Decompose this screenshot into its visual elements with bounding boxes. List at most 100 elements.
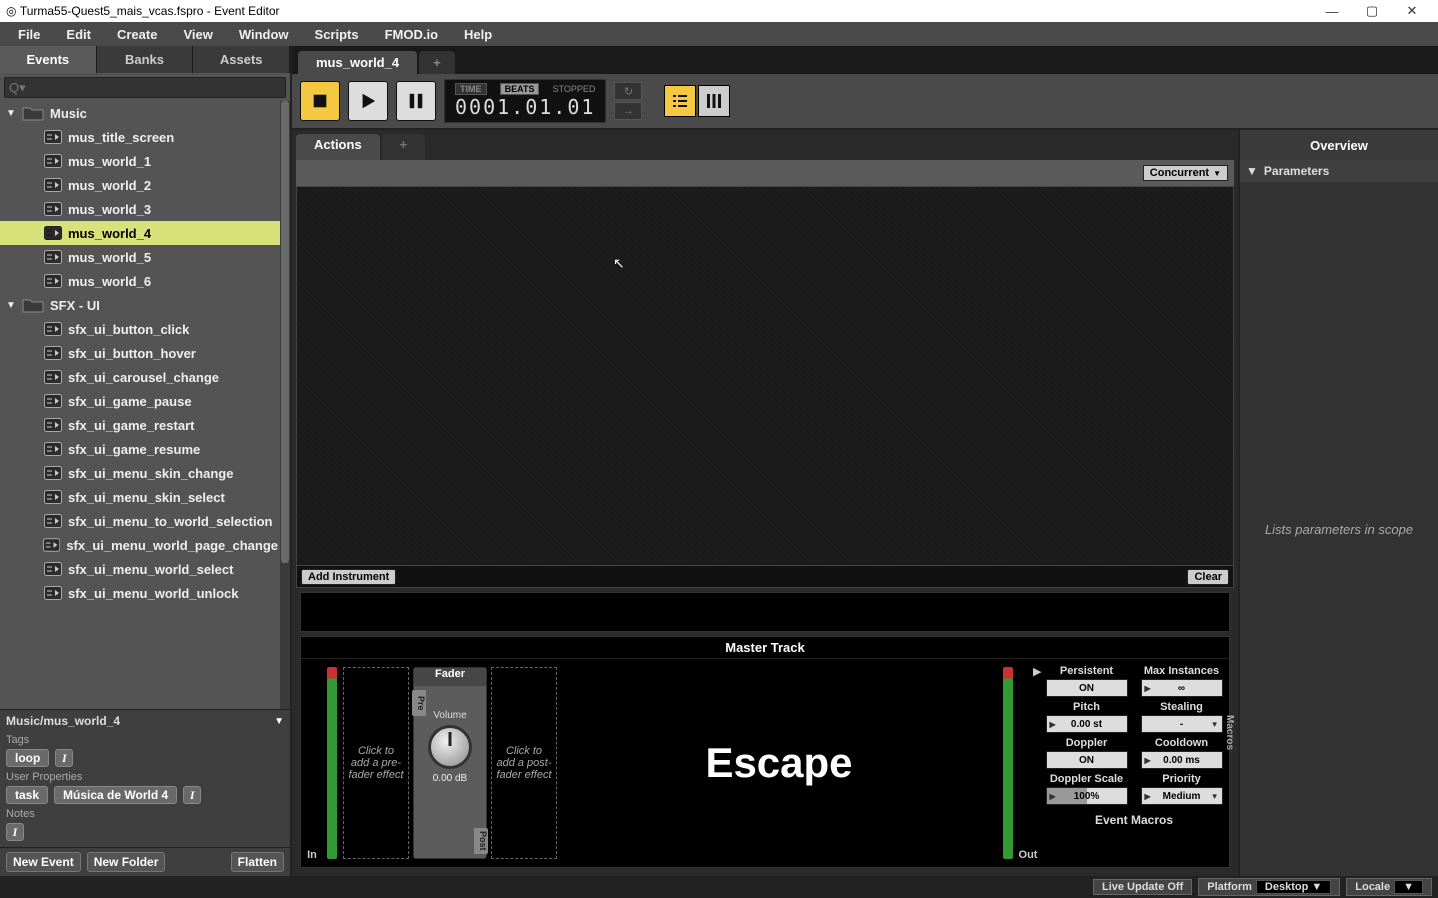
deck-strip[interactable] <box>300 592 1230 632</box>
event-row[interactable]: sfx_ui_menu_to_world_selection <box>0 509 290 533</box>
concurrent-dropdown[interactable]: Concurrent▼ <box>1143 165 1228 181</box>
add-instrument-button[interactable]: Add Instrument <box>301 569 396 585</box>
menu-file[interactable]: File <box>6 24 52 45</box>
event-row[interactable]: mus_title_screen <box>0 125 290 149</box>
search-input[interactable] <box>4 77 286 98</box>
details-dropdown-icon[interactable]: ▼ <box>274 716 284 727</box>
time-mode-time[interactable]: TIME <box>455 83 487 95</box>
view-list[interactable] <box>664 85 696 117</box>
menu-edit[interactable]: Edit <box>54 24 103 45</box>
event-row[interactable]: mus_world_1 <box>0 149 290 173</box>
menu-scripts[interactable]: Scripts <box>303 24 371 45</box>
window-minimize[interactable]: — <box>1312 4 1352 19</box>
volume-knob[interactable] <box>428 725 472 769</box>
loop-toggle[interactable]: ↻ <box>614 82 642 100</box>
userprop-key[interactable]: task <box>6 786 48 804</box>
event-row[interactable]: sfx_ui_game_restart <box>0 413 290 437</box>
tab-events[interactable]: Events <box>0 46 97 73</box>
menu-help[interactable]: Help <box>452 24 504 45</box>
event-row[interactable]: mus_world_3 <box>0 197 290 221</box>
overview-empty-text: Lists parameters in scope <box>1240 182 1438 876</box>
event-row[interactable]: mus_world_4 <box>0 221 290 245</box>
new-folder-button[interactable]: New Folder <box>87 852 166 872</box>
tag-chip[interactable]: loop <box>6 749 49 767</box>
event-row[interactable]: sfx_ui_menu_skin_select <box>0 485 290 509</box>
event-row[interactable]: mus_world_5 <box>0 245 290 269</box>
clear-button[interactable]: Clear <box>1187 569 1229 585</box>
new-event-button[interactable]: New Event <box>6 852 81 872</box>
event-row[interactable]: sfx_ui_button_click <box>0 317 290 341</box>
cooldown-field[interactable]: ▶0.00 ms <box>1141 751 1223 769</box>
editor-tabs: mus_world_4 + <box>292 46 1438 74</box>
locale-selector[interactable]: Locale ▼ <box>1346 878 1432 896</box>
add-note-button[interactable]: I <box>6 823 24 841</box>
menu-bar: File Edit Create View Window Scripts FMO… <box>0 22 1438 46</box>
event-macros-label: Event Macros <box>1043 813 1225 827</box>
view-mixer[interactable] <box>698 85 730 117</box>
transport-bar: TIME BEATS STOPPED 0001.01.01 ↻ → <box>292 74 1438 130</box>
add-userprop-button[interactable]: I <box>183 786 201 804</box>
stop-button[interactable] <box>300 81 340 121</box>
props-expand-icon[interactable]: ▶ <box>1033 665 1041 678</box>
folder-row[interactable]: ▼SFX - UI <box>0 293 290 317</box>
userprop-value[interactable]: Música de World 4 <box>54 786 177 804</box>
transport-position[interactable]: 0001.01.01 <box>455 95 595 119</box>
event-row[interactable]: sfx_ui_carousel_change <box>0 365 290 389</box>
time-display[interactable]: TIME BEATS STOPPED 0001.01.01 <box>444 79 606 123</box>
time-mode-beats[interactable]: BEATS <box>500 83 540 95</box>
event-row[interactable]: mus_world_2 <box>0 173 290 197</box>
editor-tab[interactable]: mus_world_4 <box>298 51 417 74</box>
editor-tab-add[interactable]: + <box>419 51 455 74</box>
window-maximize[interactable]: ▢ <box>1352 3 1392 19</box>
event-row[interactable]: sfx_ui_menu_world_unlock <box>0 581 290 605</box>
volume-label: Volume <box>433 710 466 721</box>
master-track-title: Master Track <box>301 637 1229 659</box>
actions-tab-add[interactable]: + <box>382 134 426 160</box>
userprops-label: User Properties <box>6 771 284 783</box>
menu-window[interactable]: Window <box>227 24 301 45</box>
doppler-field[interactable]: ON <box>1046 751 1128 769</box>
event-row[interactable]: sfx_ui_menu_skin_change <box>0 461 290 485</box>
priority-field[interactable]: ▶Medium▼ <box>1141 787 1223 805</box>
add-tag-button[interactable]: I <box>55 749 73 767</box>
folder-row[interactable]: ▼Music <box>0 101 290 125</box>
tab-assets[interactable]: Assets <box>193 46 290 73</box>
stealing-field[interactable]: -▼ <box>1141 715 1223 733</box>
window-close[interactable]: ✕ <box>1392 3 1432 19</box>
status-bar: Live Update Off Platform Desktop ▼ Local… <box>0 876 1438 898</box>
platform-selector[interactable]: Platform Desktop ▼ <box>1198 878 1340 896</box>
live-update-button[interactable]: Live Update Off <box>1093 879 1192 895</box>
doppler-label: Doppler <box>1066 737 1108 749</box>
flatten-button[interactable]: Flatten <box>231 852 284 872</box>
event-row[interactable]: mus_world_6 <box>0 269 290 293</box>
event-tree[interactable]: ▼Musicmus_title_screenmus_world_1mus_wor… <box>0 101 290 709</box>
doppler-scale-field[interactable]: ▶100% <box>1046 787 1128 805</box>
mouse-cursor-icon: ↖ <box>613 255 625 272</box>
pre-fader-slot[interactable]: Click to add a pre-fader effect <box>343 667 409 859</box>
menu-create[interactable]: Create <box>105 24 169 45</box>
event-row[interactable]: sfx_ui_game_resume <box>0 437 290 461</box>
return-toggle[interactable]: → <box>614 102 642 120</box>
actions-canvas[interactable]: ↖ <box>296 186 1234 566</box>
menu-view[interactable]: View <box>171 24 224 45</box>
pause-button[interactable] <box>396 81 436 121</box>
tab-banks[interactable]: Banks <box>97 46 194 73</box>
fader-module[interactable]: Fader Pre Volume 0.00 dB Post <box>413 667 487 859</box>
tree-scrollbar[interactable] <box>280 101 290 709</box>
menu-fmod-io[interactable]: FMOD.io <box>373 24 450 45</box>
persistent-field[interactable]: ON <box>1046 679 1128 697</box>
play-button[interactable] <box>348 81 388 121</box>
pitch-field[interactable]: ▶0.00 st <box>1046 715 1128 733</box>
event-row[interactable]: sfx_ui_game_pause <box>0 389 290 413</box>
max-instances-field[interactable]: ▶∞ <box>1141 679 1223 697</box>
event-details: Music/mus_world_4 ▼ Tags loop I User Pro… <box>0 709 290 847</box>
event-row[interactable]: sfx_ui_menu_world_select <box>0 557 290 581</box>
fader-title: Fader <box>414 668 486 686</box>
post-fader-slot[interactable]: Click to add a post-fader effect <box>491 667 557 859</box>
event-row[interactable]: sfx_ui_button_hover <box>0 341 290 365</box>
post-tab[interactable]: Post <box>474 828 488 854</box>
overview-parameters-header[interactable]: ▼ Parameters <box>1240 160 1438 182</box>
pre-tab[interactable]: Pre <box>412 690 426 716</box>
actions-tab[interactable]: Actions <box>296 134 380 160</box>
event-row[interactable]: sfx_ui_menu_world_page_change <box>0 533 290 557</box>
